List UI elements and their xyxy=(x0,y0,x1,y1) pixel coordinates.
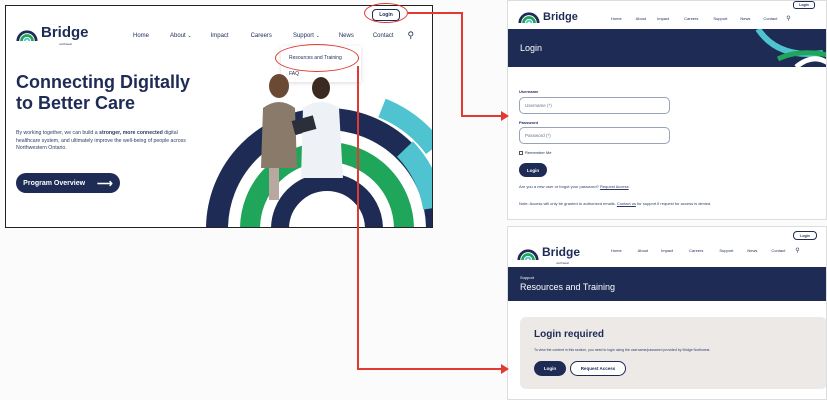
nav-home[interactable]: Home xyxy=(611,16,622,21)
nav-about[interactable]: About xyxy=(638,248,648,253)
logo-name: Bridge xyxy=(542,245,581,259)
nav-news[interactable]: News xyxy=(339,33,354,39)
logo-sub: northwest xyxy=(59,42,73,46)
note-text: Note: Access will only be granted to aut… xyxy=(519,201,712,206)
main-nav: Home About ⌄ Impact Careers Support ⌄ Ne… xyxy=(133,30,414,41)
nav-impact[interactable]: Impact xyxy=(661,248,673,253)
logo-name: Bridge xyxy=(543,10,578,23)
logo-name: Bridge xyxy=(41,24,89,41)
remember-checkbox[interactable] xyxy=(519,150,523,155)
chevron-down-icon: ⌄ xyxy=(187,32,192,39)
connector-resources-v xyxy=(357,66,359,369)
hero-title: Connecting Digitally to Better Care xyxy=(16,72,191,113)
arrow-head-icon xyxy=(501,364,509,374)
login-banner: Login xyxy=(508,29,826,67)
banner-kicker: Support xyxy=(520,275,535,280)
contact-us-link[interactable]: Contact us xyxy=(617,201,636,206)
bridge-logo[interactable]: Bridge northwest xyxy=(16,24,89,46)
hero-text: By working together, we can build a stro… xyxy=(16,130,186,151)
bridge-logo-icon xyxy=(517,249,539,261)
nav-support[interactable]: Support xyxy=(719,248,733,253)
nav-impact[interactable]: Impact xyxy=(657,16,669,21)
nav-home[interactable]: Home xyxy=(133,33,149,39)
nav-support[interactable]: Support xyxy=(713,16,727,21)
login-required-card: Login required To view the content in th… xyxy=(520,317,826,389)
password-input[interactable]: Password (*) xyxy=(519,127,670,144)
card-login-button[interactable]: Login xyxy=(534,361,566,376)
banner-title: Resources and Training xyxy=(520,282,616,292)
password-label: Password xyxy=(519,120,538,125)
username-label: Username xyxy=(519,89,539,94)
remember-me[interactable]: Remember Me xyxy=(519,150,551,155)
nav-careers[interactable]: Careers xyxy=(684,16,698,21)
banner-title: Login xyxy=(520,43,543,53)
search-icon[interactable]: ⚲ xyxy=(408,30,415,41)
bridge-logo[interactable]: Bridge xyxy=(518,10,578,24)
card-title: Login required xyxy=(534,329,604,340)
people-photo xyxy=(261,74,343,200)
resources-page-nav: Home About Impact Careers Support News C… xyxy=(611,247,800,254)
arrow-right-icon: ⟶ xyxy=(97,177,113,190)
connector-login-h1 xyxy=(408,12,462,14)
new-user-text: Are you a new user or forgot your passwo… xyxy=(519,184,629,189)
bridge-logo-icon xyxy=(518,12,540,24)
nav-contact[interactable]: Contact xyxy=(771,248,785,253)
nav-news[interactable]: News xyxy=(740,16,750,21)
connector-login-h2 xyxy=(461,115,505,117)
resources-banner: Support Resources and Training xyxy=(508,267,826,301)
resources-page-screenshot: Bridge northwest Home About Impact Caree… xyxy=(507,226,827,400)
nav-impact[interactable]: Impact xyxy=(211,33,229,39)
bridge-logo-icon xyxy=(16,30,38,42)
login-button[interactable]: Login xyxy=(793,231,817,240)
username-input[interactable]: Username (*) xyxy=(519,97,670,114)
nav-contact[interactable]: Contact xyxy=(373,33,394,39)
request-access-link[interactable]: Request Access xyxy=(600,184,629,189)
nav-about[interactable]: About ⌄ xyxy=(170,33,192,39)
bridge-logo[interactable]: Bridge northwest xyxy=(517,243,580,265)
login-page-nav: Home About Impact Careers Support News C… xyxy=(611,15,791,22)
request-access-button[interactable]: Request Access xyxy=(570,361,626,376)
login-highlight xyxy=(364,3,408,23)
nav-home[interactable]: Home xyxy=(611,248,622,253)
login-page-screenshot: Bridge Home About Impact Careers Support… xyxy=(507,0,827,220)
login-submit-button[interactable]: Login xyxy=(519,163,547,177)
login-button[interactable]: Login xyxy=(793,1,815,9)
nav-contact[interactable]: Contact xyxy=(763,16,777,21)
homepage-screenshot: Bridge northwest Home About ⌄ Impact Car… xyxy=(5,5,433,228)
search-icon[interactable]: ⚲ xyxy=(786,15,790,22)
logo-sub: northwest xyxy=(556,261,570,265)
connector-login-v xyxy=(461,12,463,116)
card-text: To view the content in this section, you… xyxy=(534,348,711,352)
connector-resources-h xyxy=(357,368,505,370)
nav-news[interactable]: News xyxy=(747,248,757,253)
nav-about[interactable]: About xyxy=(636,16,646,21)
nav-careers[interactable]: Careers xyxy=(251,33,272,39)
search-icon[interactable]: ⚲ xyxy=(795,247,799,254)
nav-careers[interactable]: Careers xyxy=(689,248,703,253)
arrow-head-icon xyxy=(501,111,509,121)
banner-swoosh xyxy=(755,29,826,67)
chevron-down-icon: ⌄ xyxy=(315,32,320,39)
resources-highlight xyxy=(275,44,359,72)
nav-support[interactable]: Support ⌄ xyxy=(293,33,320,39)
program-overview-button[interactable]: Program Overview ⟶ xyxy=(16,173,120,193)
